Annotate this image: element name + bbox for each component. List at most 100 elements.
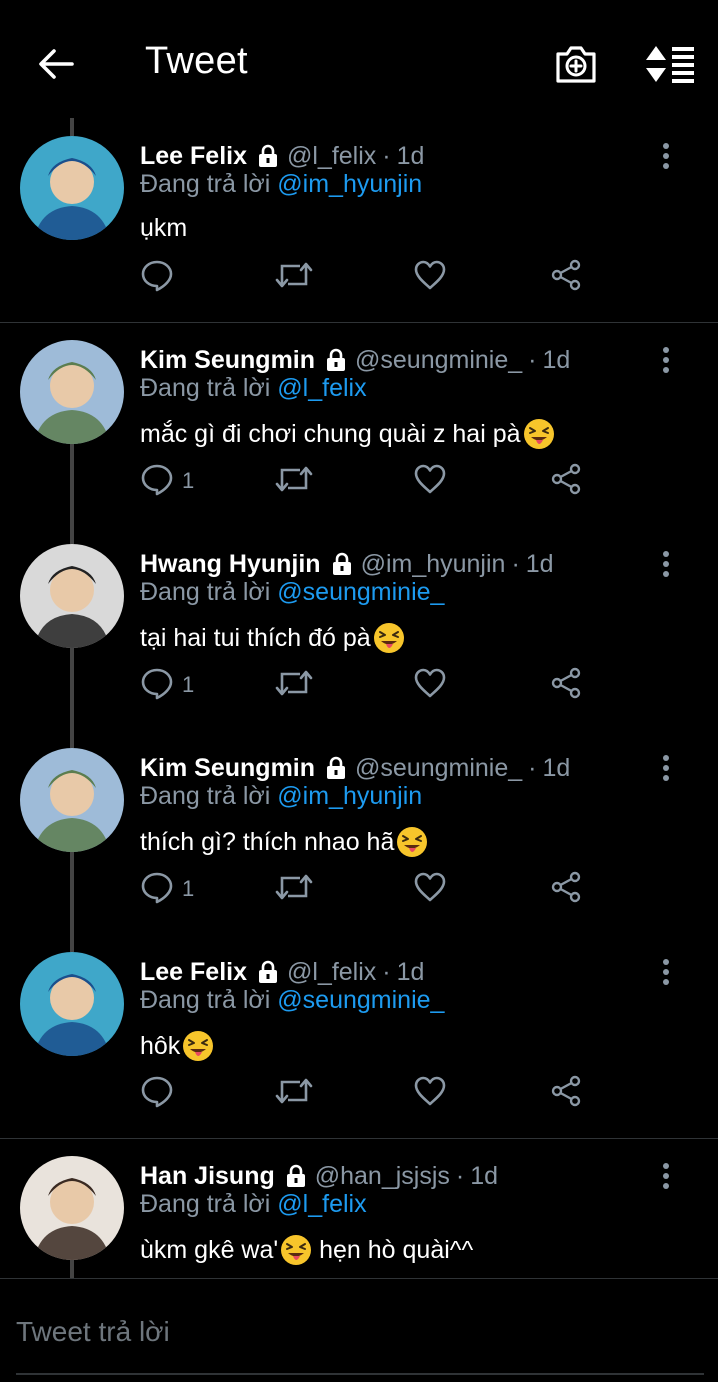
retweet-icon: [274, 1074, 314, 1113]
mention-link[interactable]: @im_hyunjin: [277, 782, 422, 810]
timestamp: 1d: [396, 957, 425, 986]
share-button[interactable]: [549, 460, 583, 502]
user-name[interactable]: Hwang Hyunjin: [140, 550, 321, 579]
more-options-button[interactable]: [652, 1158, 680, 1194]
camera-button[interactable]: [548, 38, 604, 90]
camera-add-icon: [556, 46, 596, 83]
retweet-button[interactable]: [274, 868, 314, 910]
tweet-text: ụkm: [140, 214, 188, 242]
replying-to: Đang trả lời @l_felix: [140, 1190, 367, 1219]
user-handle[interactable]: @im_hyunjin: [361, 550, 506, 579]
tweet-item[interactable]: Kim Seungmin @seungminie_ · 1d Đang trả lời …: [0, 748, 718, 920]
mention-link[interactable]: @seungminie_: [277, 578, 444, 606]
user-name[interactable]: Kim Seungmin: [140, 346, 315, 375]
share-button[interactable]: [549, 256, 583, 298]
user-handle[interactable]: @seungminie_: [355, 754, 522, 783]
mention-link[interactable]: @l_felix: [277, 374, 366, 402]
more-options-button[interactable]: [652, 750, 680, 786]
tweet-body: ụkm: [140, 214, 187, 243]
replying-to: Đang trả lời @seungminie_: [140, 578, 444, 607]
user-name[interactable]: Han Jisung: [140, 1162, 275, 1191]
user-name[interactable]: Kim Seungmin: [140, 754, 315, 783]
like-button[interactable]: [413, 1072, 447, 1114]
tweet-text: thích gì? thích nhao hã: [140, 827, 395, 856]
avatar[interactable]: [20, 952, 124, 1056]
share-icon: [549, 462, 583, 501]
reply-icon: [140, 870, 174, 909]
retweet-button[interactable]: [274, 256, 314, 298]
lock-icon: [283, 1163, 309, 1189]
user-handle[interactable]: @l_felix: [287, 958, 376, 987]
avatar[interactable]: [20, 544, 124, 648]
retweet-icon: [274, 462, 314, 501]
reply-button[interactable]: 1: [140, 664, 194, 706]
mention-link[interactable]: @seungminie_: [277, 986, 444, 1014]
share-button[interactable]: [549, 1072, 583, 1114]
tweet-body: tại hai tui thích đó pà: [140, 622, 405, 654]
tweet-item[interactable]: Lee Felix @l_felix · 1d Đang trả lời @seungm…: [0, 952, 718, 1124]
tweet-body: mắc gì đi chơi chung quài z hai pà: [140, 418, 555, 450]
user-name[interactable]: Lee Felix: [140, 142, 247, 171]
share-button[interactable]: [549, 868, 583, 910]
like-button[interactable]: [413, 256, 447, 298]
reply-count: 1: [182, 468, 195, 493]
avatar[interactable]: [20, 136, 124, 240]
replying-label: Đang trả lời: [140, 374, 271, 402]
reply-button[interactable]: 1: [140, 460, 194, 502]
tweet-text: hôk: [140, 1031, 181, 1060]
tweet-header: Han Jisung @han_jsjsjs · 1d: [140, 1158, 498, 1194]
tweet-actions: [140, 256, 600, 298]
more-options-button[interactable]: [652, 954, 680, 990]
reply-input[interactable]: [16, 1309, 706, 1355]
reply-button[interactable]: 1: [140, 868, 194, 910]
more-options-button[interactable]: [652, 546, 680, 582]
reply-button[interactable]: [140, 1072, 174, 1114]
tweet-actions: 1: [140, 868, 600, 910]
share-button[interactable]: [549, 664, 583, 706]
reply-icon: [140, 1074, 174, 1113]
like-button[interactable]: [413, 664, 447, 706]
like-button[interactable]: [413, 460, 447, 502]
retweet-button[interactable]: [274, 1072, 314, 1114]
replying-label: Đang trả lời: [140, 578, 271, 606]
user-handle[interactable]: @han_jsjsjs: [315, 1162, 450, 1191]
sort-button[interactable]: [640, 38, 700, 90]
more-vertical-icon: [663, 551, 669, 577]
back-button[interactable]: [30, 38, 82, 90]
mention-link[interactable]: @im_hyunjin: [277, 170, 422, 198]
user-handle[interactable]: @l_felix: [287, 142, 376, 171]
separator-dot: ·: [528, 345, 537, 374]
lock-icon: [323, 755, 349, 781]
retweet-button[interactable]: [274, 460, 314, 502]
retweet-button[interactable]: [274, 664, 314, 706]
user-name[interactable]: Lee Felix: [140, 958, 247, 987]
tweet-item[interactable]: Hwang Hyunjin @im_hyunjin · 1d Đang trả lời …: [0, 544, 718, 716]
like-button[interactable]: [413, 868, 447, 910]
thread-line: [70, 118, 74, 136]
share-icon: [549, 258, 583, 297]
avatar[interactable]: [20, 1156, 124, 1260]
tweet-item[interactable]: Lee Felix @l_felix · 1d Đang trả lời @im_hyu…: [0, 136, 718, 308]
replying-label: Đang trả lời: [140, 170, 271, 198]
more-options-button[interactable]: [652, 342, 680, 378]
more-vertical-icon: [663, 143, 669, 169]
divider: [0, 1138, 718, 1139]
tweet-text: tại hai tui thích đó pà: [140, 623, 371, 652]
reply-button[interactable]: [140, 256, 174, 298]
retweet-icon: [274, 870, 314, 909]
more-vertical-icon: [663, 755, 669, 781]
tweet-item[interactable]: Kim Seungmin @seungminie_ · 1d Đang trả lời …: [0, 340, 718, 512]
timestamp: 1d: [542, 753, 571, 782]
avatar[interactable]: [20, 748, 124, 852]
heart-icon: [413, 258, 447, 297]
tweet-header: Kim Seungmin @seungminie_ · 1d: [140, 342, 570, 378]
more-options-button[interactable]: [652, 138, 680, 174]
avatar[interactable]: [20, 340, 124, 444]
tongue-emoji-icon: [521, 418, 555, 450]
tongue-emoji-icon: [278, 1234, 312, 1266]
mention-link[interactable]: @l_felix: [277, 1190, 366, 1218]
replying-to: Đang trả lời @im_hyunjin: [140, 782, 422, 811]
sort-icon: [646, 46, 694, 83]
user-handle[interactable]: @seungminie_: [355, 346, 522, 375]
tongue-emoji-icon: [394, 826, 428, 858]
